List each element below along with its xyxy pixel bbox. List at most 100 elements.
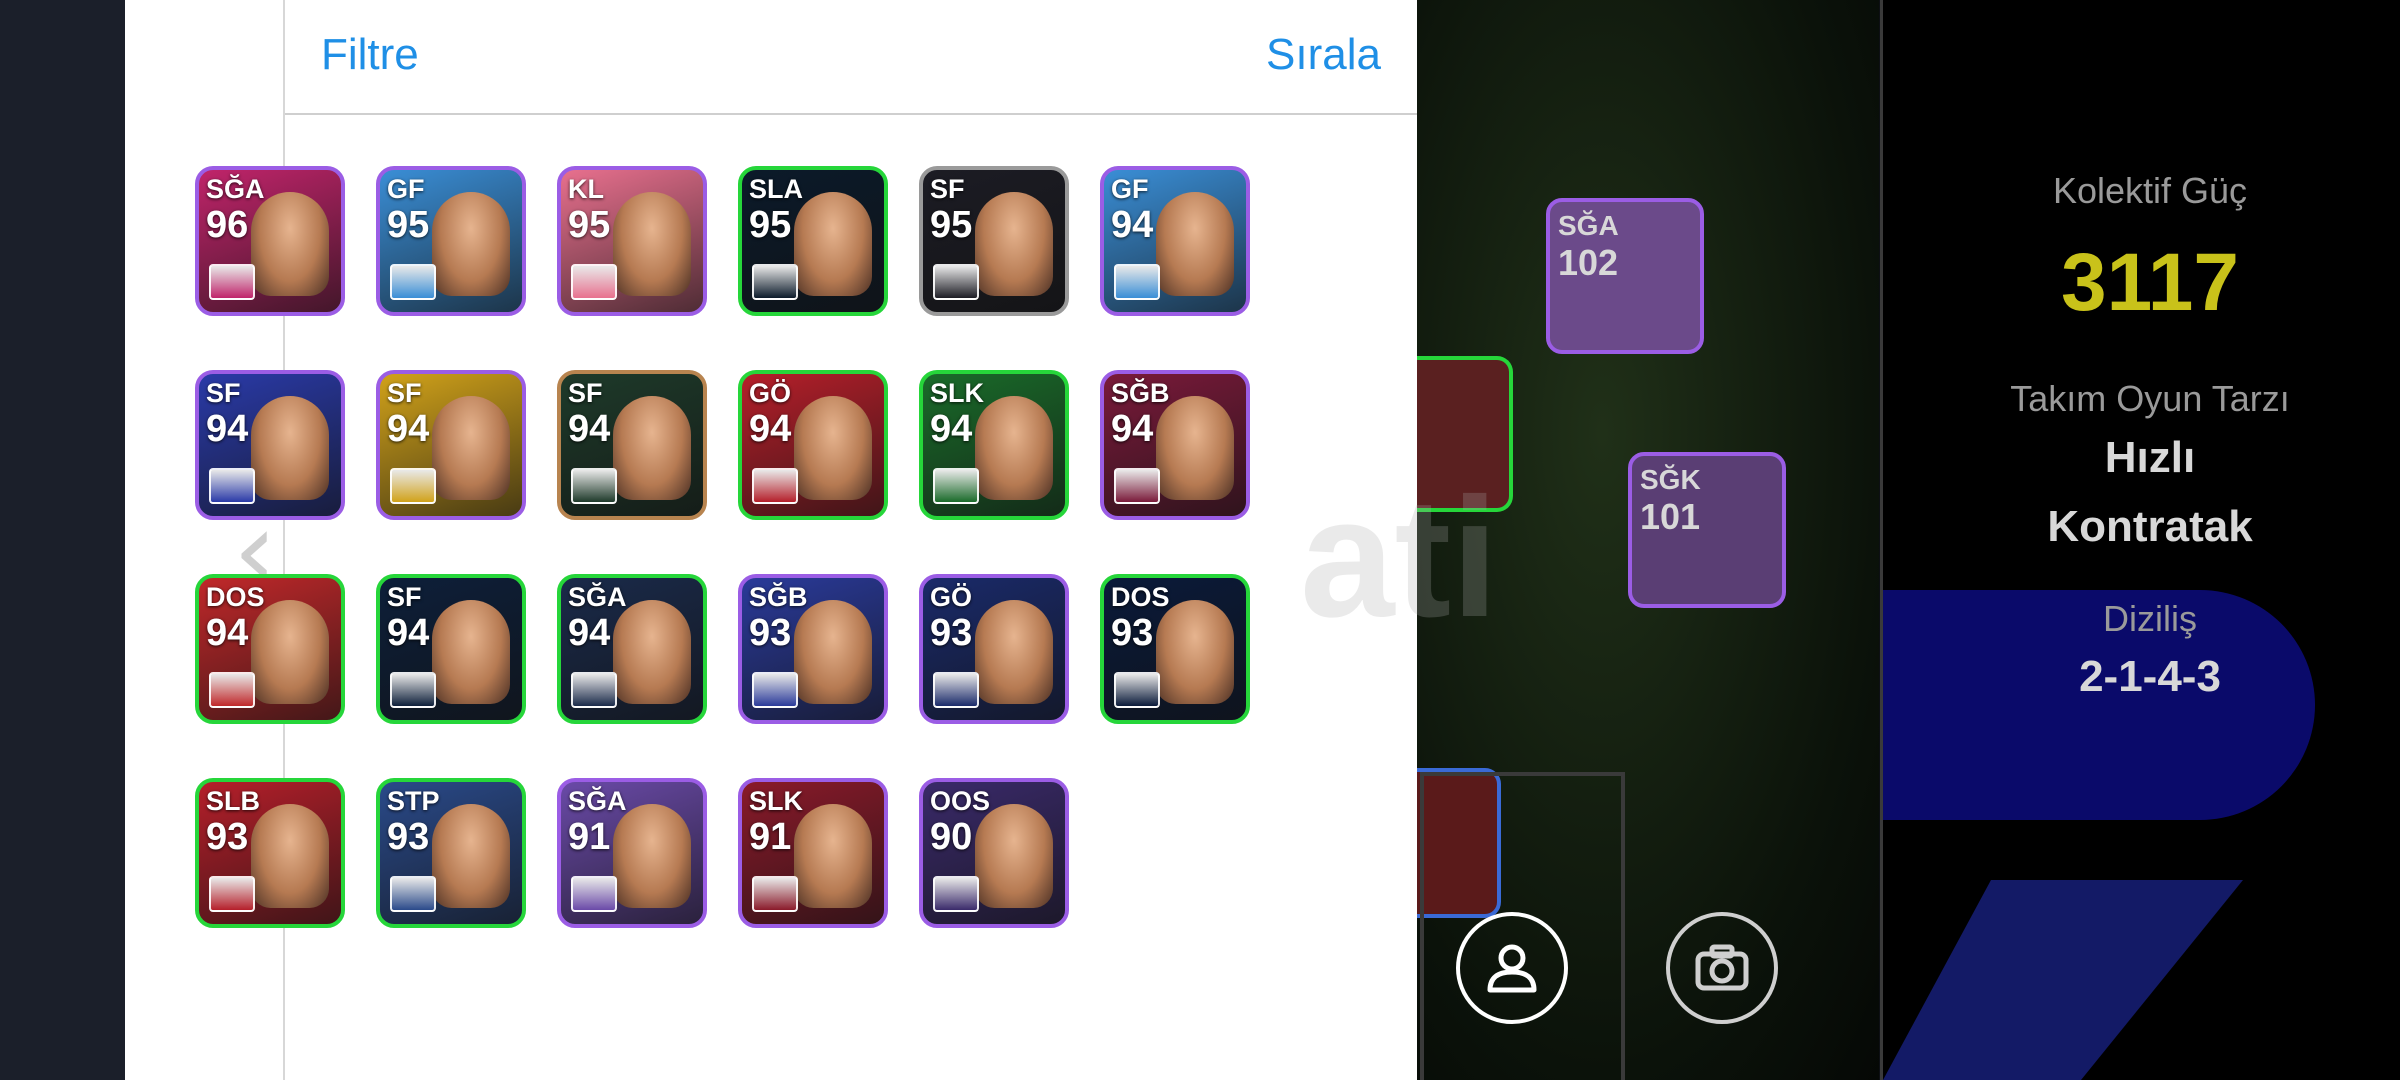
rating-label: 93 [749, 612, 792, 654]
position-label: SĞB [749, 582, 808, 612]
rating-label: 95 [387, 204, 430, 246]
filter-button[interactable]: Filtre [321, 30, 419, 80]
psg-crest-icon [571, 672, 617, 708]
pitch-player-card[interactable]: SĞK 101 [1628, 452, 1786, 608]
egypt-flag-icon [209, 264, 255, 300]
position-label: GF [1111, 174, 1149, 204]
barcelona-crest-icon [933, 468, 979, 504]
malaysia-flag-icon [571, 468, 617, 504]
player-portrait [432, 396, 510, 500]
player-card[interactable]: STP 93 [376, 778, 526, 928]
rating-label: 91 [749, 816, 792, 858]
player-card[interactable]: SLK 94 [919, 370, 1069, 520]
player-portrait [432, 804, 510, 908]
player-card[interactable]: GF 95 [376, 166, 526, 316]
rating-label: 95 [930, 204, 973, 246]
position-label: KL [568, 174, 604, 204]
rating-label: 94 [1111, 408, 1154, 450]
position-label: SF [930, 174, 965, 204]
atalanta-crest-icon [1114, 672, 1160, 708]
play-style-line2: Kontratak [2047, 502, 2253, 551]
inter-crest-icon [933, 672, 979, 708]
bayern-crest-icon [571, 264, 617, 300]
player-card[interactable]: KL 95 [557, 166, 707, 316]
player-portrait [432, 192, 510, 296]
rating-label: 93 [1111, 612, 1154, 654]
player-card[interactable]: SĞB 93 [738, 574, 888, 724]
italy-flag-icon [390, 876, 436, 912]
player-card[interactable]: SĞA 94 [557, 574, 707, 724]
play-style-line1: Hızlı [2104, 433, 2196, 482]
position-label: SĞK [1640, 464, 1701, 495]
player-portrait [251, 192, 329, 296]
player-card[interactable]: SF 94 [195, 370, 345, 520]
position-label: SLK [749, 786, 803, 816]
position-label: STP [387, 786, 440, 816]
player-card[interactable]: SĞA 96 [195, 166, 345, 316]
profile-button[interactable] [1456, 912, 1568, 1024]
athletic-crest-icon [752, 468, 798, 504]
position-label: GÖ [930, 582, 973, 612]
inter-crest-icon [390, 672, 436, 708]
manchester-city-crest-icon [933, 264, 979, 300]
player-portrait [794, 804, 872, 908]
player-card[interactable]: SF 94 [376, 574, 526, 724]
rating-label: 94 [1111, 204, 1154, 246]
player-card[interactable]: SLK 91 [738, 778, 888, 928]
player-card[interactable]: GÖ 93 [919, 574, 1069, 724]
player-card[interactable]: SF 95 [919, 166, 1069, 316]
position-label: OOS [930, 786, 991, 816]
player-card[interactable]: SLA 95 [738, 166, 888, 316]
player-portrait [794, 600, 872, 704]
position-label: SF [206, 378, 241, 408]
player-portrait [432, 600, 510, 704]
position-label: SĞA [206, 174, 265, 204]
player-portrait [975, 600, 1053, 704]
player-portrait [1156, 600, 1234, 704]
position-label: SĞA [568, 786, 627, 816]
rating-label: 94 [206, 408, 249, 450]
player-card[interactable]: GF 94 [1100, 166, 1250, 316]
rating-label: 93 [387, 816, 430, 858]
pitch-player-card[interactable]: SĞA 102 [1546, 198, 1704, 354]
rating-label: 93 [930, 612, 973, 654]
user-icon [1487, 944, 1537, 993]
lille-crest-icon [933, 876, 979, 912]
position-label: SF [387, 582, 422, 612]
spain-flag-icon [752, 672, 798, 708]
position-label: SLB [206, 786, 260, 816]
position-label: DOS [206, 582, 265, 612]
player-portrait [251, 396, 329, 500]
camera-button[interactable] [1666, 912, 1778, 1024]
club-crest-icon [752, 264, 798, 300]
player-card[interactable]: DOS 94 [195, 574, 345, 724]
player-card[interactable]: OOS 90 [919, 778, 1069, 928]
player-card[interactable]: SF 94 [557, 370, 707, 520]
collective-power-value: 3117 [2061, 237, 2239, 328]
player-card[interactable]: GÖ 94 [738, 370, 888, 520]
rating-label: 94 [568, 612, 611, 654]
play-style-label: Takım Oyun Tarzı [2010, 378, 2290, 419]
rating-label: 93 [206, 816, 249, 858]
player-portrait [1156, 396, 1234, 500]
player-card[interactable]: SF 94 [376, 370, 526, 520]
sweden-flag-icon [209, 468, 255, 504]
athletic-crest-icon [1114, 468, 1160, 504]
player-card[interactable]: SLB 93 [195, 778, 345, 928]
formation-label: Diziliş [2103, 598, 2197, 639]
position-label: SLK [930, 378, 984, 408]
player-portrait [794, 192, 872, 296]
sort-button[interactable]: Sırala [1266, 30, 1381, 80]
player-card[interactable]: SĞB 94 [1100, 370, 1250, 520]
rating-label: 91 [568, 816, 611, 858]
position-label: GF [387, 174, 425, 204]
position-label: SĞB [1111, 378, 1170, 408]
rating-label: 94 [930, 408, 973, 450]
player-portrait [613, 192, 691, 296]
formation-value: 2-1-4-3 [2079, 652, 2221, 701]
player-portrait [975, 192, 1053, 296]
rating-label: 95 [568, 204, 611, 246]
marseille-crest-icon [1114, 264, 1160, 300]
player-card[interactable]: DOS 93 [1100, 574, 1250, 724]
player-card[interactable]: SĞA 91 [557, 778, 707, 928]
